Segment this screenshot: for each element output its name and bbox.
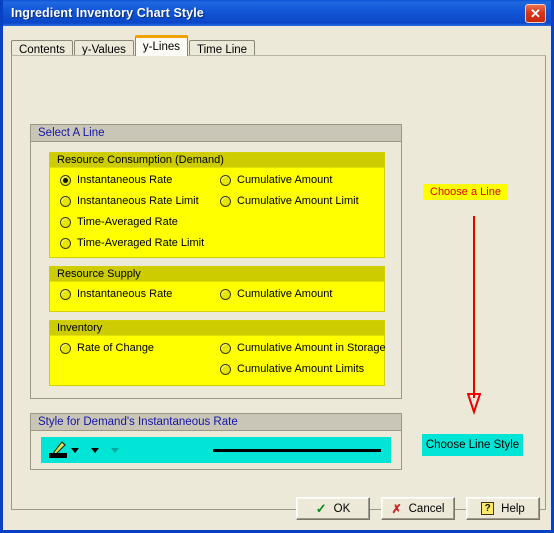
radio-label: Cumulative Amount [237, 288, 333, 300]
current-color-swatch [49, 453, 67, 458]
title-bar: Ingredient Inventory Chart Style ✕ [3, 0, 551, 26]
radio-indicator [220, 288, 231, 300]
radio-demand-time-averaged-rate-limit[interactable]: Time-Averaged Rate Limit [60, 237, 204, 249]
radio-inventory-cumulative-amount-limits[interactable]: Cumulative Amount Limits [220, 363, 364, 375]
style-group-header: Style for Demand's Instantaneous Rate [31, 414, 401, 431]
panel-resource-supply-body: Instantaneous Rate Cumulative Amount [50, 282, 384, 311]
line-dash-picker[interactable] [107, 443, 119, 457]
panel-inventory-body: Rate of Change Cumulative Amount in Stor… [50, 336, 386, 385]
check-icon: ✓ [315, 501, 327, 516]
panel-inventory: Inventory Rate of Change Cumulative Amou… [49, 320, 386, 386]
radio-indicator [60, 195, 71, 207]
radio-indicator [60, 342, 71, 354]
help-button-label: Help [501, 502, 525, 515]
panel-inventory-header: Inventory [50, 321, 384, 336]
ok-button-label: OK [333, 502, 351, 515]
window-title: Ingredient Inventory Chart Style [11, 6, 204, 20]
panel-resource-consumption-header: Resource Consumption (Demand) [50, 153, 384, 168]
panel-resource-supply: Resource Supply Instantaneous Rate Cumul… [49, 266, 385, 312]
select-a-line-body: Resource Consumption (Demand) Instantane… [31, 142, 401, 398]
chevron-down-icon [71, 447, 79, 453]
dialog-window: Ingredient Inventory Chart Style ✕ Conte… [0, 0, 554, 533]
radio-label: Instantaneous Rate Limit [77, 195, 199, 207]
panel-resource-consumption: Resource Consumption (Demand) Instantane… [49, 152, 385, 258]
annotation-choose-line-style: Choose Line Style [422, 434, 523, 456]
radio-label: Cumulative Amount in Storage [237, 342, 386, 354]
select-a-line-header: Select A Line [31, 125, 401, 142]
radio-demand-time-averaged-rate[interactable]: Time-Averaged Rate [60, 216, 178, 228]
tab-panel-y-lines: Select A Line Resource Consumption (Dema… [11, 55, 546, 510]
radio-label: Instantaneous Rate [77, 288, 173, 300]
line-weight-picker[interactable] [87, 443, 99, 457]
radio-inventory-rate-of-change[interactable]: Rate of Change [60, 342, 154, 354]
radio-inventory-cumulative-amount-in-storage[interactable]: Cumulative Amount in Storage [220, 342, 386, 354]
radio-demand-instantaneous-rate-limit[interactable]: Instantaneous Rate Limit [60, 195, 199, 207]
panel-resource-supply-header: Resource Supply [50, 267, 384, 282]
radio-indicator [60, 174, 71, 186]
radio-supply-cumulative-amount[interactable]: Cumulative Amount [220, 288, 332, 300]
question-icon: ? [481, 502, 495, 515]
select-a-line-group: Select A Line Resource Consumption (Dema… [30, 124, 402, 399]
radio-indicator [220, 342, 231, 354]
radio-demand-instantaneous-rate[interactable]: Instantaneous Rate [60, 174, 172, 186]
radio-label: Cumulative Amount [237, 174, 333, 186]
tab-y-lines[interactable]: y-Lines [134, 35, 188, 56]
panel-resource-consumption-body: Instantaneous Rate Instantaneous Rate Li… [50, 168, 384, 257]
radio-label: Rate of Change [77, 342, 155, 354]
ok-button[interactable]: ✓ OK [296, 497, 370, 520]
radio-indicator [60, 237, 71, 249]
chevron-down-icon [111, 447, 119, 453]
radio-indicator [60, 288, 71, 300]
x-icon: ✗ [391, 501, 402, 516]
close-icon[interactable]: ✕ [525, 3, 546, 23]
radio-demand-cumulative-amount-limit[interactable]: Cumulative Amount Limit [220, 195, 359, 207]
radio-indicator [60, 216, 71, 228]
radio-label: Instantaneous Rate [77, 174, 173, 186]
annotation-choose-a-line: Choose a Line [423, 184, 508, 200]
radio-label: Time-Averaged Rate [77, 216, 178, 228]
cancel-button-label: Cancel [408, 502, 445, 515]
style-group: Style for Demand's Instantaneous Rate [30, 413, 402, 470]
chevron-down-icon [91, 447, 99, 453]
help-button[interactable]: ? Help [466, 497, 540, 520]
radio-demand-cumulative-amount[interactable]: Cumulative Amount [220, 174, 332, 186]
radio-label: Cumulative Amount Limits [237, 363, 365, 375]
radio-indicator [220, 363, 231, 375]
line-style-toolbar [41, 437, 391, 463]
cancel-button[interactable]: ✗ Cancel [381, 497, 455, 520]
radio-indicator [220, 174, 231, 186]
radio-label: Cumulative Amount Limit [237, 195, 359, 207]
line-style-preview [213, 449, 381, 452]
radio-indicator [220, 195, 231, 207]
radio-label: Time-Averaged Rate Limit [77, 237, 205, 249]
tab-strip: Contents y-Values y-Lines Time Line [11, 35, 256, 58]
radio-supply-instantaneous-rate[interactable]: Instantaneous Rate [60, 288, 172, 300]
client-area: Contents y-Values y-Lines Time Line Sele… [3, 26, 551, 530]
style-group-body [31, 431, 401, 469]
line-color-picker[interactable] [49, 441, 79, 459]
pen-icon [49, 441, 67, 459]
dialog-button-bar: ✓ OK ✗ Cancel ? Help [3, 497, 540, 520]
annotation-arrow-down [466, 216, 482, 416]
